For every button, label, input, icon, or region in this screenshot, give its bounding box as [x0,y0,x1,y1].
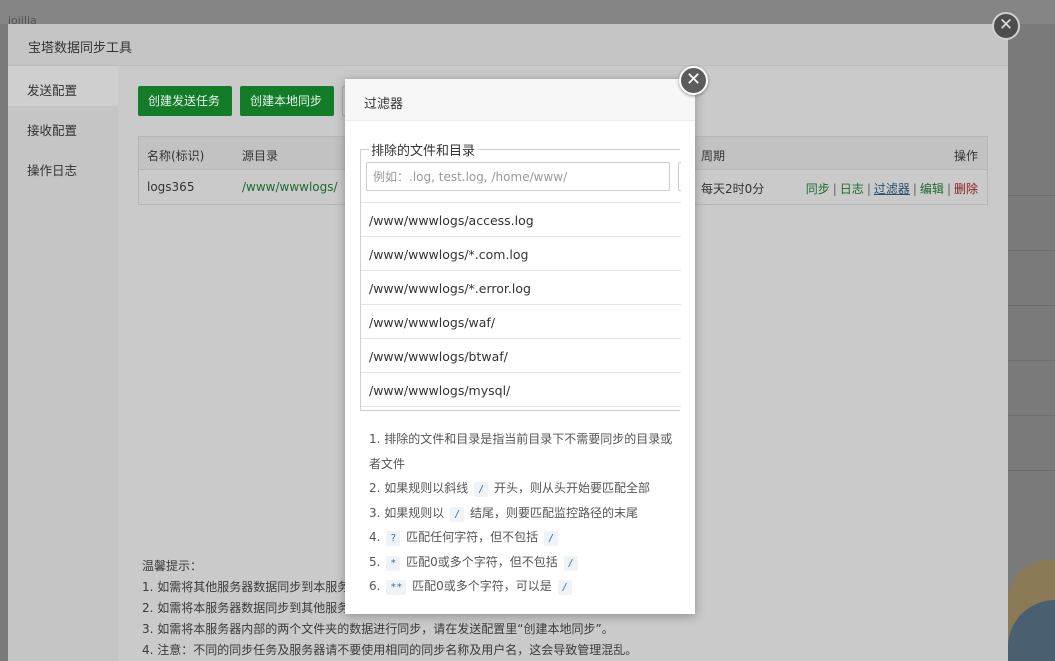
task-cycle: 每天2时0分 [701,182,765,196]
sync-link[interactable]: 同步 [806,182,830,196]
rule-text: 5. [369,554,381,569]
rule-line-3: 3. 如果规则以 / 结尾，则要匹配监控路径的末尾 [369,501,679,526]
background-row-line [1008,250,1055,251]
create-local-sync-button[interactable]: 创建本地同步 [240,86,334,116]
list-item[interactable]: /www/wwwlogs/mysql/ [361,373,681,407]
list-item[interactable]: /www/wwwlogs/*.error.log [361,271,681,305]
column-header-action: 操作 [953,149,978,163]
task-actions: 同步 | 日志 | 过滤器 | 编辑 | 删除 [806,180,978,197]
rule-code: ? [386,531,401,546]
exclude-fieldset-legend: 排除的文件和目录 [369,140,478,159]
add-rule-button[interactable] [678,162,681,191]
task-name: logs365 [147,180,195,194]
log-link[interactable]: 日志 [840,182,864,196]
filter-dialog-close-icon[interactable]: ✕ [679,66,708,95]
rule-line-4: 4. ? 匹配任何字符，但不包括 / [369,525,679,550]
exclude-fieldset: 排除的文件和目录 /www/wwwlogs/access.log /www/ww… [360,140,681,411]
sidebar-item-send-config[interactable]: 发送配置 [8,66,118,106]
column-header-cycle: 周期 [701,149,726,163]
tool-sidebar: 发送配置 接收配置 操作日志 [8,66,118,661]
rule-line-5: 5. * 匹配0或多个字符，但不包括 / [369,550,679,575]
rule-text: 2. 如果规则以斜线 [369,481,469,495]
action-separator: | [832,182,837,196]
background-row-line [1008,195,1055,196]
tip-line: 4. 注意：不同的同步任务及服务器请不要使用相同的同步名称及用户名，这会导致管理… [142,643,638,657]
background-topbar [0,0,1055,24]
list-item[interactable]: /www/wwwlogs/*.com.log [361,237,681,271]
rule-code: * [386,555,401,571]
sidebar-item-receive-config[interactable]: 接收配置 [8,106,118,146]
rule-text: 3. 如果规则以 [369,505,445,520]
tool-window-close-icon[interactable]: ✕ [992,12,1020,40]
rule-text: 4. [369,530,381,544]
background-row-line [1008,360,1055,361]
list-item[interactable]: /www/wwwlogs/waf/ [361,305,681,339]
rule-code: ** [386,580,407,595]
rule-line-6: 6. ** 匹配0或多个字符，可以是 / [369,574,679,599]
action-separator: | [946,182,951,196]
background-row-line [1008,305,1055,306]
filter-dialog-title: 过滤器 [345,79,695,121]
tool-window-title: 宝塔数据同步工具 [8,24,1008,66]
rule-text: 结尾，则要匹配监控路径的末尾 [469,505,638,520]
list-item[interactable]: /www/wwwlogs/btwaf/ [361,339,681,373]
column-header-name: 名称(标识) [147,149,205,163]
sidebar-item-operation-log[interactable]: 操作日志 [8,146,118,186]
rule-text: 匹配0或多个字符，但不包括 [406,554,558,569]
create-send-task-button[interactable]: 创建发送任务 [138,86,232,116]
filter-link[interactable]: 过滤器 [874,182,910,196]
rule-text: 6. [369,579,381,593]
filter-rules-help: 1. 排除的文件和目录是指当前目录下不需要同步的目录或者文件 2. 如果规则以斜… [369,427,679,599]
background-row-line [1008,415,1055,416]
rule-line-1: 1. 排除的文件和目录是指当前目录下不需要同步的目录或者文件 [369,432,673,471]
rule-code: / [543,531,559,546]
delete-link[interactable]: 删除 [954,182,978,196]
rule-code: / [557,580,572,595]
rule-code: / [474,482,489,497]
action-separator: | [912,182,917,196]
action-separator: | [866,182,871,196]
exclude-path-input[interactable] [366,162,670,191]
rule-text: 开头，则从头开始要匹配全部 [493,481,650,495]
background-row-line [1008,470,1055,471]
tip-line: 3. 如需将本服务器内部的两个文件夹的数据进行同步，请在发送配置里“创建本地同步… [142,622,614,636]
edit-link[interactable]: 编辑 [920,182,944,196]
exclude-path-list[interactable]: /www/wwwlogs/access.log /www/wwwlogs/*.c… [361,202,681,410]
list-item[interactable]: /www/wwwlogs/access.log [361,203,681,237]
rule-line-2: 2. 如果规则以斜线 / 开头，则从头开始要匹配全部 [369,476,679,501]
rule-text: 匹配任何字符，但不包括 [406,530,539,544]
column-header-source-dir: 源目录 [242,149,279,163]
filter-dialog: 过滤器 排除的文件和目录 /www/wwwlogs/access.log /ww… [345,79,695,614]
rule-code: / [450,506,465,522]
rule-text: 匹配0或多个字符，可以是 [412,579,552,593]
task-source-dir-link[interactable]: /www/wwwlogs/ [242,180,338,194]
rule-code: / [563,555,578,571]
